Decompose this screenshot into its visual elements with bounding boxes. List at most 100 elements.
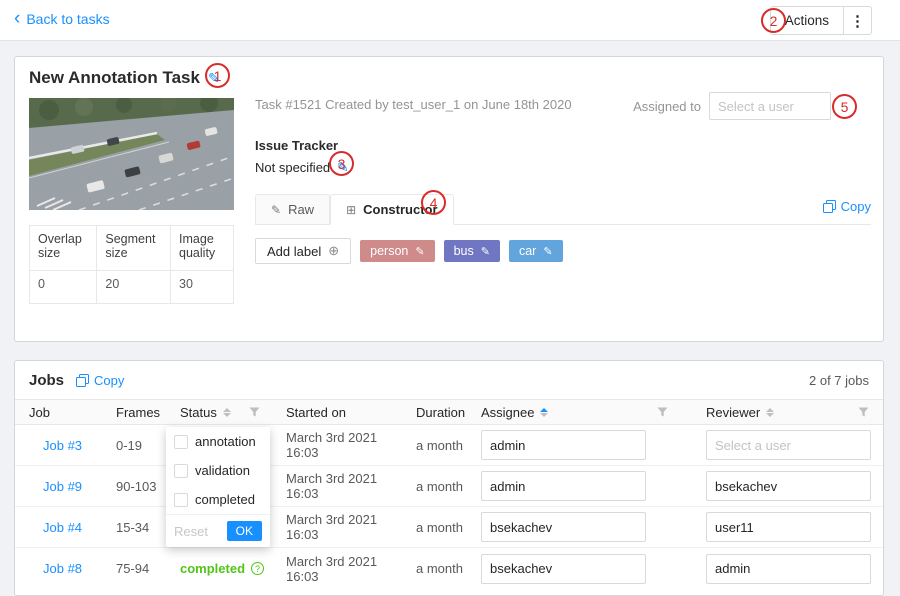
task-title-text: New Annotation Task [29, 68, 200, 88]
assignee-filter-icon[interactable] [657, 407, 668, 417]
task-assignee-input[interactable] [709, 92, 831, 120]
copy-labels-label: Copy [841, 199, 871, 214]
column-header-assignee[interactable]: Assignee [473, 400, 698, 424]
column-header-started-on[interactable]: Started on [278, 400, 410, 424]
job-3-assignee-input[interactable] [481, 430, 646, 460]
job-4-frames: 15-34 [102, 520, 172, 535]
filter-footer: Reset OK [166, 514, 270, 547]
job-8-status: completed ? [180, 561, 278, 576]
column-started-label: Started on [286, 405, 346, 420]
column-frames-label: Frames [116, 405, 160, 420]
tab-raw[interactable]: ✎ Raw [255, 194, 330, 225]
param-value-quality: 30 [171, 271, 234, 304]
job-9-frames: 90-103 [102, 479, 172, 494]
job-4-link[interactable]: Job #4 [43, 520, 82, 535]
assigned-to-label: Assigned to [633, 99, 701, 114]
label-bus-name: bus [454, 244, 474, 258]
job-9-link[interactable]: Job #9 [43, 479, 82, 494]
job-4-duration: a month [410, 520, 473, 535]
filter-validation-label: validation [195, 463, 250, 478]
param-value-overlap: 0 [30, 271, 97, 304]
chevron-left-icon: ‹ [14, 12, 20, 26]
job-9-assignee-input[interactable] [481, 471, 646, 501]
issue-tracker-value: Not specified [255, 160, 330, 175]
callout-5: 5 [832, 94, 857, 119]
job-4-reviewer-input[interactable] [706, 512, 871, 542]
copy-icon [823, 200, 836, 213]
task-title: New Annotation Task ✎ [29, 68, 220, 88]
job-row-9: Job #9 90-103 March 3rd 2021 16:03 a mon… [15, 466, 883, 507]
plus-circle-icon: ⊕ [328, 243, 339, 259]
label-person-name: person [370, 244, 408, 258]
job-8-reviewer-input[interactable] [706, 554, 871, 584]
callout-1: 1 [205, 63, 230, 88]
job-3-reviewer-input[interactable] [706, 430, 871, 460]
job-row-4: Job #4 15-34 March 3rd 2021 16:03 a mont… [15, 507, 883, 548]
jobs-table-header: Job Frames Status Started on Duration As… [15, 399, 883, 425]
param-header-quality: Image quality [171, 226, 234, 271]
job-row-8: Job #8 75-94 completed ? March 3rd 2021 … [15, 548, 883, 589]
task-meta-text: Task #1521 Created by test_user_1 on Jun… [255, 97, 572, 112]
add-label-text: Add label [267, 244, 321, 259]
label-chip-bus[interactable]: bus ✎ [444, 240, 500, 262]
task-details-card: New Annotation Task ✎ [14, 56, 884, 342]
edit-label-car-icon[interactable]: ✎ [543, 245, 552, 258]
filter-ok-button[interactable]: OK [227, 521, 262, 541]
constructor-blocks-icon: ⊞ [346, 203, 356, 217]
filter-annotation-label: annotation [195, 434, 256, 449]
assignee-sort-icon[interactable] [540, 408, 548, 417]
task-info-panel: Task #1521 Created by test_user_1 on Jun… [255, 97, 871, 264]
vertical-dots-icon: ⋮ [850, 12, 865, 30]
column-job-label: Job [29, 405, 50, 420]
status-question-icon[interactable]: ? [251, 562, 264, 575]
column-duration-label: Duration [416, 405, 465, 420]
checkbox-annotation[interactable] [174, 435, 188, 449]
param-header-overlap: Overlap size [30, 226, 97, 271]
label-chip-car[interactable]: car ✎ [509, 240, 563, 262]
jobs-title: Jobs [29, 372, 64, 389]
column-status-label: Status [180, 405, 217, 420]
jobs-header: Jobs Copy 2 of 7 jobs [15, 361, 883, 399]
labels-tabs-bar: ✎ Raw ⊞ Constructor Copy [255, 191, 871, 225]
filter-option-validation[interactable]: validation [166, 456, 270, 485]
filter-reset-button[interactable]: Reset [174, 524, 208, 539]
job-8-link[interactable]: Job #8 [43, 561, 82, 576]
reviewer-sort-icon[interactable] [766, 408, 774, 417]
reviewer-filter-icon[interactable] [858, 407, 869, 417]
job-4-assignee-input[interactable] [481, 512, 646, 542]
job-8-assignee-input[interactable] [481, 554, 646, 584]
status-sort-icon[interactable] [223, 408, 231, 417]
job-row-3: Job #3 0-19 March 3rd 2021 16:03 a month [15, 425, 883, 466]
filter-completed-label: completed [195, 492, 255, 507]
issue-tracker-label: Issue Tracker [255, 138, 871, 153]
edit-label-person-icon[interactable]: ✎ [415, 245, 424, 258]
column-header-frames[interactable]: Frames [102, 400, 172, 424]
filter-option-completed[interactable]: completed [166, 485, 270, 514]
filter-option-annotation[interactable]: annotation [166, 427, 270, 456]
param-header-segment: Segment size [97, 226, 171, 271]
column-header-job[interactable]: Job [15, 400, 102, 424]
back-to-tasks-link[interactable]: ‹ Back to tasks [14, 11, 110, 27]
labels-constructor-row: Add label ⊕ person ✎ bus ✎ car ✎ [255, 238, 871, 264]
column-reviewer-label: Reviewer [706, 405, 760, 420]
job-9-reviewer-input[interactable] [706, 471, 871, 501]
param-value-segment: 20 [97, 271, 171, 304]
checkbox-validation[interactable] [174, 464, 188, 478]
column-header-duration[interactable]: Duration [410, 400, 473, 424]
copy-labels-link[interactable]: Copy [823, 199, 871, 214]
edit-label-bus-icon[interactable]: ✎ [481, 245, 490, 258]
column-header-status[interactable]: Status [172, 400, 278, 424]
job-9-started: March 3rd 2021 16:03 [278, 471, 410, 501]
job-8-duration: a month [410, 561, 473, 576]
job-9-duration: a month [410, 479, 473, 494]
copy-jobs-link[interactable]: Copy [76, 373, 124, 388]
status-filter-icon[interactable] [249, 407, 260, 417]
label-chip-person[interactable]: person ✎ [360, 240, 434, 262]
edit-raw-icon: ✎ [271, 203, 281, 217]
job-3-link[interactable]: Job #3 [43, 438, 82, 453]
checkbox-completed[interactable] [174, 493, 188, 507]
jobs-count-label: 2 of 7 jobs [809, 373, 869, 388]
add-label-button[interactable]: Add label ⊕ [255, 238, 351, 264]
column-header-reviewer[interactable]: Reviewer [698, 400, 884, 424]
more-options-button[interactable]: ⋮ [843, 7, 871, 34]
